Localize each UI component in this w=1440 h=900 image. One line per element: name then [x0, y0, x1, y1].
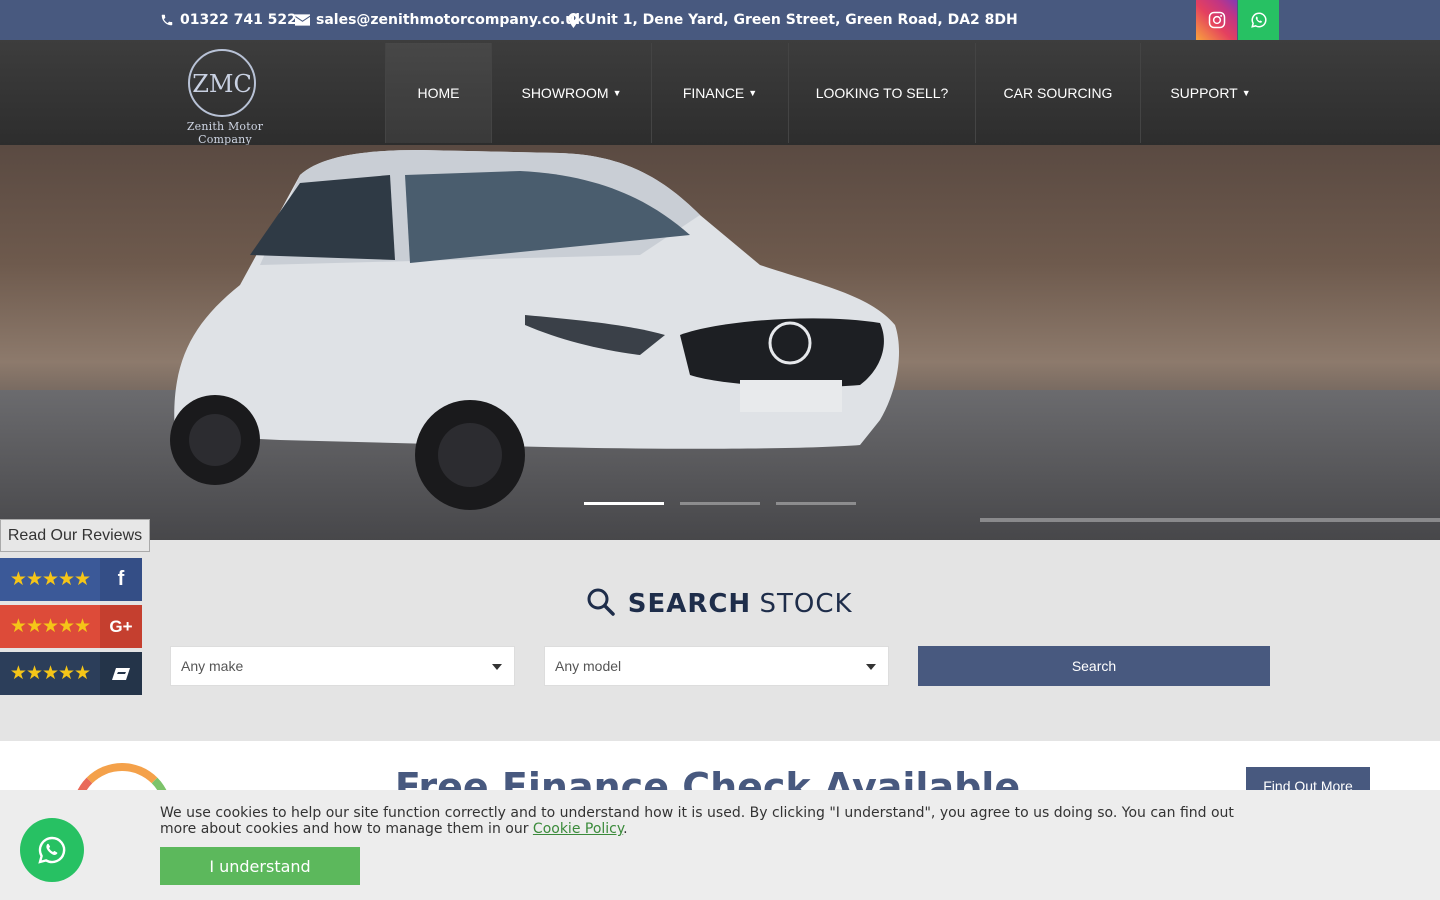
nav-home[interactable]: HOME — [385, 43, 491, 143]
slide-indicator-1[interactable] — [584, 502, 664, 505]
cookie-banner: We use cookies to help our site function… — [0, 790, 1440, 900]
logo-brand-name: Zenith Motor Company — [186, 120, 264, 146]
read-reviews-tab[interactable]: Read Our Reviews — [0, 519, 150, 552]
cookie-message: We use cookies to help our site function… — [160, 805, 1270, 837]
chevron-down-icon: ▼ — [1241, 88, 1251, 98]
nav-support[interactable]: SUPPORT ▼ — [1140, 43, 1280, 143]
search-stock-heading: SEARCH STOCK — [0, 588, 1440, 619]
model-select[interactable]: Any model — [544, 646, 889, 686]
chevron-down-icon: ▼ — [748, 88, 758, 98]
whatsapp-button[interactable] — [1238, 0, 1279, 40]
slide-indicator-3[interactable] — [776, 502, 856, 505]
site-logo[interactable]: ZMC Zenith Motor Company — [160, 48, 290, 146]
whatsapp-icon — [38, 836, 66, 864]
review-row-other[interactable]: ★★★★★ — [0, 652, 142, 695]
logo-monogram: ZMC — [192, 70, 252, 98]
address-contact: Unit 1, Dene Yard, Green Street, Green R… — [568, 0, 1018, 40]
email-contact[interactable]: sales@zenithmotorcompany.co.uk — [295, 0, 585, 40]
map-marker-icon — [568, 12, 579, 28]
review-site-icon — [100, 652, 142, 695]
envelope-icon — [295, 14, 310, 26]
chevron-down-icon: ▼ — [612, 88, 622, 98]
zmc-logo-mark: ZMC — [188, 49, 256, 117]
search-icon — [587, 588, 616, 616]
star-rating: ★★★★★ — [9, 569, 91, 590]
nav-label: SHOWROOM — [521, 85, 609, 101]
cookie-text-end: . — [623, 821, 628, 837]
dropdown-arrow-icon — [866, 664, 876, 670]
google-plus-icon: G+ — [100, 605, 142, 648]
dropdown-arrow-icon — [492, 664, 502, 670]
whatsapp-chat-button[interactable] — [20, 818, 84, 882]
search-title-bold: SEARCH — [627, 589, 752, 619]
site-header: ZMC Zenith Motor Company HOME SHOWROOM ▼ … — [0, 40, 1440, 146]
star-rating: ★★★★★ — [9, 663, 91, 684]
phone-number[interactable]: 01322 741 522 — [180, 12, 297, 28]
whatsapp-icon — [1250, 12, 1267, 28]
email-address[interactable]: sales@zenithmotorcompany.co.uk — [316, 12, 585, 28]
phone-icon — [161, 14, 173, 26]
slide-indicator-2[interactable] — [680, 502, 760, 505]
slider-pagination — [584, 502, 856, 505]
main-nav: HOME SHOWROOM ▼ FINANCE ▼ LOOKING TO SELL?… — [385, 43, 1280, 143]
make-select[interactable]: Any make — [170, 646, 515, 686]
nav-looking-to-sell[interactable]: LOOKING TO SELL? — [788, 43, 975, 143]
search-title-light: STOCK — [759, 589, 853, 619]
hero-car-image — [170, 150, 900, 510]
nav-label: SUPPORT — [1170, 85, 1238, 101]
phone-contact[interactable]: 01322 741 522 — [160, 0, 297, 40]
cookie-accept-button[interactable]: I understand — [160, 847, 360, 885]
address-text: Unit 1, Dene Yard, Green Street, Green R… — [585, 12, 1018, 28]
review-row-facebook[interactable]: ★★★★★ f — [0, 558, 142, 601]
cookie-policy-link[interactable]: Cookie Policy — [533, 821, 623, 837]
nav-label: LOOKING TO SELL? — [815, 85, 949, 101]
instagram-icon — [1208, 11, 1225, 29]
model-select-value: Any model — [555, 658, 622, 674]
top-contact-bar: 01322 741 522 sales@zenithmotorcompany.c… — [0, 0, 1440, 40]
nav-showroom[interactable]: SHOWROOM ▼ — [491, 43, 651, 143]
nav-finance[interactable]: FINANCE ▼ — [651, 43, 788, 143]
facebook-icon: f — [100, 558, 142, 601]
instagram-button[interactable] — [1196, 0, 1237, 40]
nav-label: HOME — [417, 85, 460, 101]
star-rating: ★★★★★ — [9, 616, 91, 637]
search-button[interactable]: Search — [918, 646, 1270, 686]
hero-slider — [0, 145, 1440, 540]
review-row-google[interactable]: ★★★★★ G+ — [0, 605, 142, 648]
cookie-text: We use cookies to help our site function… — [160, 805, 1234, 837]
nav-car-sourcing[interactable]: CAR SOURCING — [975, 43, 1140, 143]
nav-label: CAR SOURCING — [1003, 85, 1113, 101]
nav-label: FINANCE — [682, 85, 745, 101]
make-select-value: Any make — [181, 658, 244, 674]
